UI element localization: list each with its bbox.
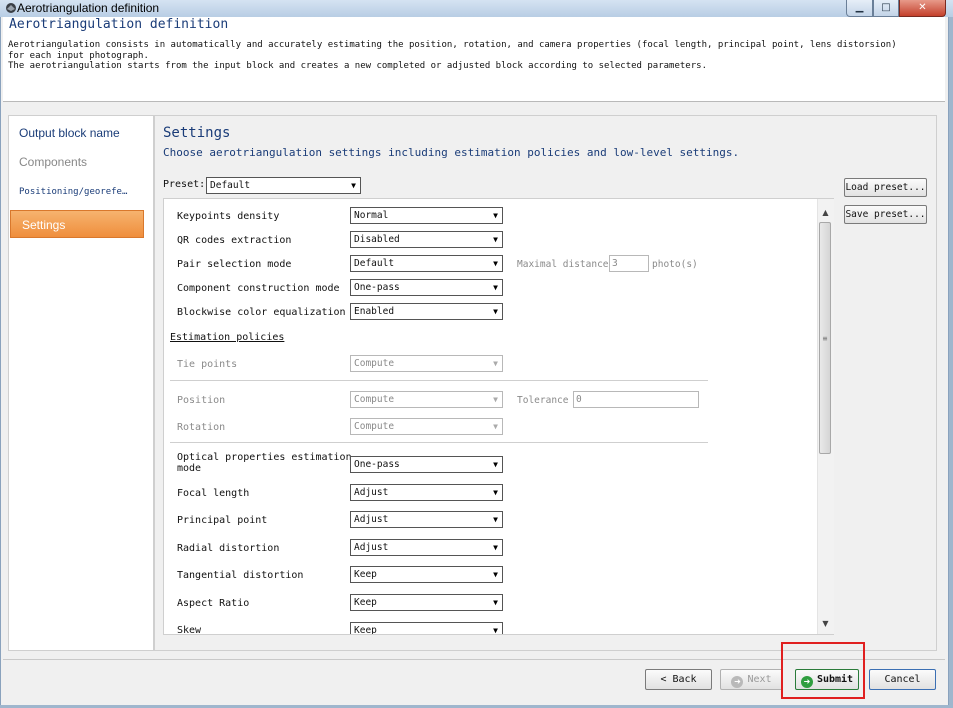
scroll-down-arrow[interactable]: ▼	[817, 616, 834, 632]
dropdown-value: One-pass	[354, 282, 400, 293]
max-distance-label: Maximal distance	[517, 259, 609, 270]
chevron-down-icon: ▼	[493, 488, 498, 497]
cancel-button[interactable]: Cancel	[869, 669, 936, 690]
skew-label: Skew	[177, 625, 202, 634]
next-button[interactable]: ➜ Next	[720, 669, 783, 690]
app-icon	[6, 3, 16, 13]
pair-selection-label: Pair selection mode	[177, 259, 292, 270]
optical-estimation-dropdown[interactable]: One-pass ▼	[350, 456, 503, 473]
dropdown-value: Adjust	[354, 514, 389, 525]
settings-subtitle: Choose aerotriangulation settings includ…	[163, 146, 740, 159]
chevron-down-icon: ▼	[493, 626, 498, 634]
component-construction-label: Component construction mode	[177, 283, 340, 294]
preset-label: Preset:	[163, 179, 206, 190]
grip-icon: ≡	[822, 334, 828, 343]
divider	[170, 442, 708, 443]
chevron-down-icon: ▼	[493, 259, 498, 268]
estimation-policies-heading: Estimation policies	[170, 332, 285, 343]
preset-value: Default	[210, 180, 251, 191]
dropdown-value: One-pass	[354, 459, 400, 470]
principal-point-dropdown[interactable]: Adjust ▼	[350, 511, 503, 528]
chevron-down-icon: ▼	[493, 283, 498, 292]
chevron-down-icon: ▼	[493, 570, 498, 579]
load-preset-button[interactable]: Load preset...	[844, 178, 927, 197]
dropdown-value: Keep	[354, 569, 377, 580]
max-distance-unit: photo(s)	[652, 259, 698, 270]
focal-length-dropdown[interactable]: Adjust ▼	[350, 484, 503, 501]
chevron-down-icon: ▼	[493, 460, 498, 469]
chevron-down-icon: ▼	[493, 359, 498, 368]
chevron-down-icon: ▼	[493, 395, 498, 404]
dropdown-value: Disabled	[354, 234, 400, 245]
dropdown-value: Compute	[354, 421, 395, 432]
keypoints-density-dropdown[interactable]: Normal ▼	[350, 207, 503, 224]
chevron-down-icon: ▼	[493, 307, 498, 316]
chevron-down-icon: ▼	[493, 211, 498, 220]
position-dropdown[interactable]: Compute ▼	[350, 391, 503, 408]
scroll-up-arrow[interactable]: ▲	[817, 205, 834, 221]
tolerance-input[interactable]: 0	[573, 391, 699, 408]
nav-item-components[interactable]: Components	[8, 148, 152, 176]
dropdown-value: Keep	[354, 597, 377, 608]
highlight-box	[781, 642, 865, 699]
aspect-ratio-dropdown[interactable]: Keep ▼	[350, 594, 503, 611]
tangential-distortion-label: Tangential distortion	[177, 570, 304, 581]
color-equalization-dropdown[interactable]: Enabled ▼	[350, 303, 503, 320]
minimize-button[interactable]: ▁	[846, 0, 873, 17]
nav-item-settings[interactable]: Settings	[10, 210, 144, 238]
dropdown-value: Default	[354, 258, 395, 269]
rotation-label: Rotation	[177, 422, 226, 433]
maximize-button[interactable]: □	[873, 0, 899, 17]
nav-item-positioning[interactable]: Positioning/georefe…	[8, 178, 152, 206]
keypoints-density-label: Keypoints density	[177, 211, 280, 222]
qr-codes-dropdown[interactable]: Disabled ▼	[350, 231, 503, 248]
chevron-down-icon: ▼	[351, 181, 356, 190]
next-label: Next	[747, 674, 772, 685]
qr-codes-label: QR codes extraction	[177, 235, 292, 246]
nav-item-output-block-name[interactable]: Output block name	[8, 119, 152, 147]
rotation-dropdown[interactable]: Compute ▼	[350, 418, 503, 435]
chevron-down-icon: ▼	[493, 422, 498, 431]
max-distance-input[interactable]: 3	[609, 255, 649, 272]
pair-selection-dropdown[interactable]: Default ▼	[350, 255, 503, 272]
position-label: Position	[177, 395, 226, 406]
skew-dropdown[interactable]: Keep ▼	[350, 622, 503, 634]
save-preset-button[interactable]: Save preset...	[844, 205, 927, 224]
component-construction-dropdown[interactable]: One-pass ▼	[350, 279, 503, 296]
dropdown-value: Adjust	[354, 487, 389, 498]
color-equalization-label: Blockwise color equalization	[177, 307, 346, 318]
arrow-right-icon: ➜	[731, 676, 744, 688]
chevron-down-icon: ▼	[493, 543, 498, 552]
aspect-ratio-label: Aspect Ratio	[177, 598, 250, 609]
dropdown-value: Adjust	[354, 542, 389, 553]
chevron-down-icon: ▼	[493, 598, 498, 607]
scroll-thumb[interactable]: ≡	[819, 222, 831, 454]
principal-point-label: Principal point	[177, 515, 268, 526]
dropdown-value: Keep	[354, 625, 377, 634]
tangential-distortion-dropdown[interactable]: Keep ▼	[350, 566, 503, 583]
close-button[interactable]: ✕	[899, 0, 946, 17]
header-title: Aerotriangulation definition	[9, 17, 229, 32]
dropdown-value: Normal	[354, 210, 389, 221]
chevron-down-icon: ▼	[493, 515, 498, 524]
settings-title: Settings	[163, 125, 231, 141]
tolerance-label: Tolerance	[517, 395, 569, 406]
tie-points-dropdown[interactable]: Compute ▼	[350, 355, 503, 372]
optical-estimation-label: Optical properties estimation mode	[177, 452, 352, 474]
preset-dropdown[interactable]: Default ▼	[206, 177, 361, 194]
dropdown-value: Compute	[354, 394, 395, 405]
radial-distortion-dropdown[interactable]: Adjust ▼	[350, 539, 503, 556]
skew-row-clip: Skew Keep ▼	[164, 615, 816, 634]
focal-length-label: Focal length	[177, 488, 250, 499]
dropdown-value: Enabled	[354, 306, 395, 317]
chevron-down-icon: ▼	[493, 235, 498, 244]
window-title: Aerotriangulation definition	[17, 1, 160, 15]
dropdown-value: Compute	[354, 358, 395, 369]
header-description: Aerotriangulation consists in automatica…	[8, 40, 897, 71]
back-button[interactable]: < Back	[645, 669, 712, 690]
tie-points-label: Tie points	[177, 359, 238, 370]
radial-distortion-label: Radial distortion	[177, 543, 280, 554]
divider	[170, 380, 708, 381]
